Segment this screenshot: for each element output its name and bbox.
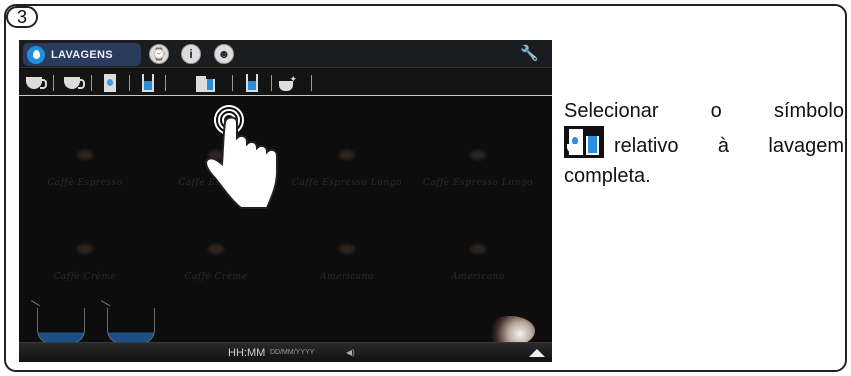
divider	[91, 75, 92, 91]
clock-time: HH:MM	[228, 347, 266, 359]
drink-button[interactable]: Americano	[287, 244, 407, 282]
machine-display: LAVAGENS ⌚ i ☻ 🔧 ✦ Caffè Espresso Caffè …	[19, 40, 552, 362]
divider	[129, 75, 130, 91]
tab-lavagens-label: LAVAGENS	[51, 48, 113, 61]
drink-button[interactable]: Caffè Crème	[156, 244, 276, 282]
up-arrow-icon[interactable]	[529, 349, 545, 357]
drink-button[interactable]: Caffè Crème	[25, 244, 145, 282]
user-icon[interactable]: ☻	[214, 44, 234, 64]
status-bar: HH:MM DD/MM/YYYY ◀)	[19, 342, 552, 362]
divider	[271, 75, 272, 91]
divider	[311, 75, 312, 91]
speaker-icon[interactable]: ◀)	[346, 348, 355, 357]
divider	[232, 75, 233, 91]
divider	[165, 75, 166, 91]
drink-button[interactable]: Caffè Espresso Lungo	[418, 150, 538, 188]
milk-carton-icon[interactable]	[99, 73, 121, 92]
tab-lavagens[interactable]: LAVAGENS	[23, 43, 141, 66]
clock-icon[interactable]: ⌚	[149, 44, 169, 64]
milk-jug-icon	[37, 308, 85, 344]
water-drop-icon	[27, 45, 45, 64]
step-number-badge: 3	[6, 6, 38, 28]
glass-icon[interactable]	[241, 73, 263, 92]
steam-cup-icon[interactable]: ✦	[277, 73, 299, 92]
drink-button[interactable]: Caffè Espresso	[25, 150, 145, 188]
full-rinse-icon[interactable]	[195, 73, 217, 92]
pointing-hand-icon	[205, 105, 278, 209]
full-rinse-icon	[564, 126, 604, 158]
rinse-toolbar: ✦	[19, 69, 552, 96]
info-icon[interactable]: i	[181, 44, 201, 64]
drink-button[interactable]: Caffè Espresso Lungo	[287, 150, 407, 188]
caption-line-2: relativo à lavagem completa.	[564, 135, 844, 187]
top-bar: LAVAGENS ⌚ i ☻ 🔧	[19, 40, 552, 68]
caption-line-1: Selecionar o símbolo	[564, 100, 844, 122]
clock-date: DD/MM/YYYY	[270, 349, 315, 356]
wrench-icon[interactable]: 🔧	[520, 46, 539, 62]
divider	[53, 75, 54, 91]
glass-icon[interactable]	[137, 73, 159, 92]
milk-jug-icon	[107, 308, 155, 344]
cup-icon[interactable]	[61, 73, 85, 92]
drink-button[interactable]: Americano	[418, 244, 538, 282]
cup-rinse-icon[interactable]	[23, 73, 47, 92]
instruction-caption: Selecionar o símbolo relativo à lavagem …	[564, 96, 844, 191]
